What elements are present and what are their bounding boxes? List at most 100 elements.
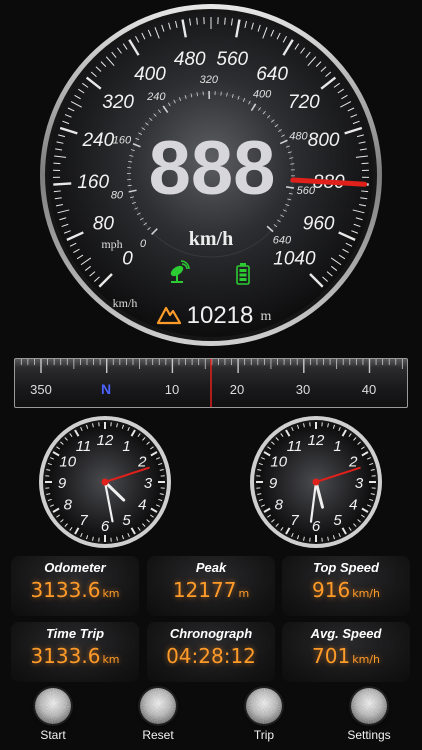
- kmh-tick-label: 0: [122, 248, 133, 269]
- kmh-tick-label: 400: [134, 64, 166, 85]
- mph-tick-label: 320: [200, 74, 219, 86]
- mph-tick-label: 400: [253, 89, 272, 101]
- peak-unit: m: [238, 587, 250, 600]
- mph-tick-label: 160: [113, 134, 132, 146]
- reset-knob-icon[interactable]: [140, 688, 176, 724]
- odometer-label: Odometer: [44, 560, 106, 575]
- kmh-tick-label: 80: [93, 213, 115, 234]
- clock-number: 8: [275, 497, 284, 514]
- mph-label: mph: [101, 237, 122, 251]
- clock-center-pin: [101, 478, 109, 486]
- compass-scale: 350 N 10 20 30 40: [20, 359, 403, 407]
- clock-number: 11: [76, 438, 92, 455]
- speedometer-gauge: 0801602403204004805606407208008809601040…: [40, 4, 382, 346]
- odometer-tile: Odometer 3133.6 km: [11, 556, 139, 616]
- kmh-tick-label: 640: [256, 64, 288, 85]
- mph-tick-label: 240: [146, 91, 166, 103]
- clock-number: 10: [270, 454, 287, 471]
- top-speed-unit: km/h: [352, 587, 380, 600]
- mph-tick-label: 640: [273, 235, 292, 247]
- reset-button[interactable]: Reset: [118, 688, 198, 748]
- clock-number: 9: [269, 475, 278, 492]
- settings-button[interactable]: Settings: [329, 688, 409, 748]
- peak-tile: Peak 12177 m: [147, 556, 275, 616]
- trip-button-label: Trip: [253, 728, 275, 742]
- clock-number: 6: [101, 518, 110, 535]
- avg-speed-value-row: 701 km/h: [282, 644, 410, 668]
- gauge-tick: [361, 162, 369, 165]
- avg-speed-tile: Avg. Speed 701 km/h: [282, 622, 410, 682]
- kmh-small-label: km/h: [113, 296, 138, 310]
- clock-number: 5: [122, 512, 131, 529]
- kmh-tick-label: 560: [216, 49, 248, 70]
- kmh-tick-label: 1040: [273, 248, 316, 269]
- clock-number: 7: [290, 512, 299, 529]
- avg-speed-unit: km/h: [352, 653, 380, 666]
- kmh-tick-label: 720: [288, 92, 320, 113]
- kmh-tick-label: 240: [81, 130, 114, 151]
- mph-tick-label: 80: [111, 189, 124, 201]
- clock-number: 8: [64, 497, 73, 514]
- gauge-tick: [53, 182, 72, 186]
- top-speed-value: 916: [312, 578, 351, 602]
- clock-number: 10: [59, 454, 76, 471]
- clock-number: 1: [333, 438, 341, 455]
- chronograph-value: 04:28:12: [166, 644, 256, 668]
- time-trip-value: 3133.6: [30, 644, 101, 668]
- peak-value-row: 12177 m: [147, 578, 275, 602]
- speed-readout: 888: [149, 126, 276, 211]
- clock-number: 12: [97, 432, 114, 449]
- clock-number: 11: [287, 438, 303, 455]
- time-trip-tile: Time Trip 3133.6 km: [11, 622, 139, 682]
- compass-label-30: 30: [296, 382, 310, 397]
- top-speed-tile: Top Speed 916 km/h: [282, 556, 410, 616]
- settings-button-label: Settings: [347, 728, 391, 742]
- compass-label-north: N: [101, 381, 111, 397]
- kmh-tick-label: 800: [308, 130, 340, 151]
- odometer-unit: km: [102, 587, 120, 600]
- clock-number: 5: [333, 512, 342, 529]
- clock-number: 7: [79, 512, 88, 529]
- right-analog-clock: 12 1234567891011: [250, 416, 382, 548]
- kmh-tick-label: 480: [174, 49, 206, 70]
- start-knob-icon[interactable]: [35, 688, 71, 724]
- altitude-readout: 10218: [187, 302, 254, 329]
- speed-unit-label: km/h: [189, 228, 233, 250]
- clock-number: 3: [144, 475, 153, 492]
- trip-button[interactable]: Trip: [224, 688, 304, 748]
- clock-number: 9: [58, 475, 67, 492]
- clock-number: 1: [122, 438, 130, 455]
- clock-number: 3: [355, 475, 364, 492]
- kmh-tick-label: 160: [77, 172, 109, 193]
- time-trip-value-row: 3133.6 km: [11, 644, 139, 668]
- altitude-unit: m: [261, 309, 272, 324]
- kmh-tick-label: 320: [102, 92, 134, 113]
- start-button[interactable]: Start: [13, 688, 93, 748]
- clock-number: 4: [349, 497, 357, 514]
- kmh-tick-label: 960: [303, 213, 335, 234]
- odometer-value: 3133.6: [30, 578, 101, 602]
- settings-knob-icon[interactable]: [351, 688, 387, 724]
- mph-tick-label: 560: [297, 185, 316, 197]
- top-speed-value-row: 916 km/h: [282, 578, 410, 602]
- top-speed-label: Top Speed: [313, 560, 379, 575]
- time-trip-label: Time Trip: [45, 626, 105, 641]
- compass-label-40: 40: [362, 382, 376, 397]
- avg-speed-value: 701: [312, 644, 351, 668]
- mph-tick-label: 480: [289, 130, 308, 142]
- start-button-label: Start: [40, 728, 66, 742]
- compass-label-350: 350: [30, 382, 52, 397]
- clock-number: 12: [308, 432, 325, 449]
- reset-button-label: Reset: [142, 728, 174, 742]
- gauge-tick: [53, 162, 61, 165]
- compass-label-20: 20: [230, 382, 244, 397]
- clock-number: 4: [138, 497, 146, 514]
- peak-value: 12177: [172, 578, 237, 602]
- trip-knob-icon[interactable]: [246, 688, 282, 724]
- gauge-tick: [196, 17, 198, 25]
- chronograph-label: Chronograph: [169, 626, 253, 641]
- mph-tick-label: 0: [140, 238, 147, 250]
- time-trip-unit: km: [102, 653, 120, 666]
- compass-heading-tape: 350 N 10 20 30 40: [14, 358, 408, 408]
- compass-label-10: 10: [165, 382, 179, 397]
